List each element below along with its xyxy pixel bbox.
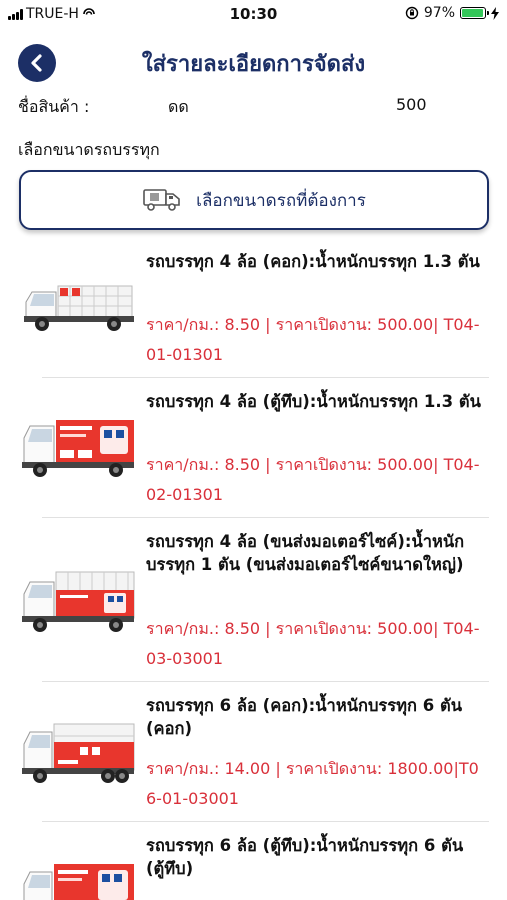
product-info: ชื่อสินค้า : ดด 500 (18, 95, 488, 119)
status-right: 97% (405, 5, 499, 21)
truck-item[interactable]: รถบรรทุก 4 ล้อ (คอก):น้ำหนักบรรทุก 1.3 ต… (0, 240, 507, 378)
page-title: ใส่รายละเอียดการจัดส่ง (141, 52, 366, 77)
truck-item[interactable]: รถบรรทุก 4 ล้อ (ตู้ทึบ):น้ำหนักบรรทุก 1.… (0, 378, 507, 518)
select-vehicle-button[interactable]: เลือกขนาดรถที่ต้องการ (19, 170, 489, 230)
select-vehicle-button-label: เลือกขนาดรถที่ต้องการ (196, 190, 366, 211)
product-label: ชื่อสินค้า : (18, 97, 90, 116)
status-bar: TRUE-H 10:30 97% (0, 0, 507, 28)
truck-title: รถบรรทุก 4 ล้อ (ตู้ทึบ):น้ำหนักบรรทุก 1.… (146, 392, 481, 411)
motorcycle-cage-truck-icon (22, 571, 135, 632)
truck-title: รถบรรทุก 6 ล้อ (ตู้ทึบ):น้ำหนักบรรทุก 6 … (146, 836, 464, 878)
truck-title: รถบรรทุก 4 ล้อ (คอก):น้ำหนักบรรทุก 1.3 ต… (146, 252, 480, 271)
truck-box-icon (143, 189, 180, 211)
rotation-lock-icon (405, 6, 419, 20)
truck-item[interactable]: รถบรรทุก 6 ล้อ (คอก):น้ำหนักบรรทุก 6 ตัน… (0, 682, 507, 822)
product-quantity: 500 (396, 95, 427, 114)
truck-price: ราคา/กม.: 8.50 | ราคาเปิดงาน: 500.00| T0… (146, 455, 480, 504)
battery-icon (460, 7, 489, 19)
truck-item[interactable]: รถบรรทุก 6 ล้อ (ตู้ทึบ):น้ำหนักบรรทุก 6 … (0, 822, 507, 900)
vehicle-size-label: เลือกขนาดรถบรรทุก (18, 140, 160, 159)
truck-title: รถบรรทุก 4 ล้อ (ขนส่งมอเตอร์ไซค์):น้ำหนั… (146, 532, 465, 574)
product-name: ดด (168, 97, 189, 116)
battery-level (462, 9, 484, 17)
nav-header: ใส่รายละเอียดการจัดส่ง (0, 36, 507, 86)
battery-percent: 97% (423, 5, 455, 21)
box-truck-branded-icon (22, 420, 134, 477)
truck-price: ราคา/กม.: 14.00 | ราคาเปิดงาน: 1800.00|T… (146, 759, 479, 808)
truck-price: ราคา/กม.: 8.50 | ราคาเปิดงาน: 500.00| T0… (146, 619, 480, 668)
charging-icon (491, 6, 499, 20)
six-wheel-cage-truck-icon (22, 723, 135, 783)
six-wheel-box-truck-icon (23, 864, 134, 900)
truck-price: ราคา/กม.: 8.50 | ราคาเปิดงาน: 500.00| T0… (146, 315, 480, 364)
pickup-cage-truck-icon (24, 285, 134, 331)
truck-item[interactable]: รถบรรทุก 4 ล้อ (ขนส่งมอเตอร์ไซค์):น้ำหนั… (0, 518, 507, 682)
truck-title: รถบรรทุก 6 ล้อ (คอก):น้ำหนักบรรทุก 6 ตัน… (146, 696, 462, 738)
